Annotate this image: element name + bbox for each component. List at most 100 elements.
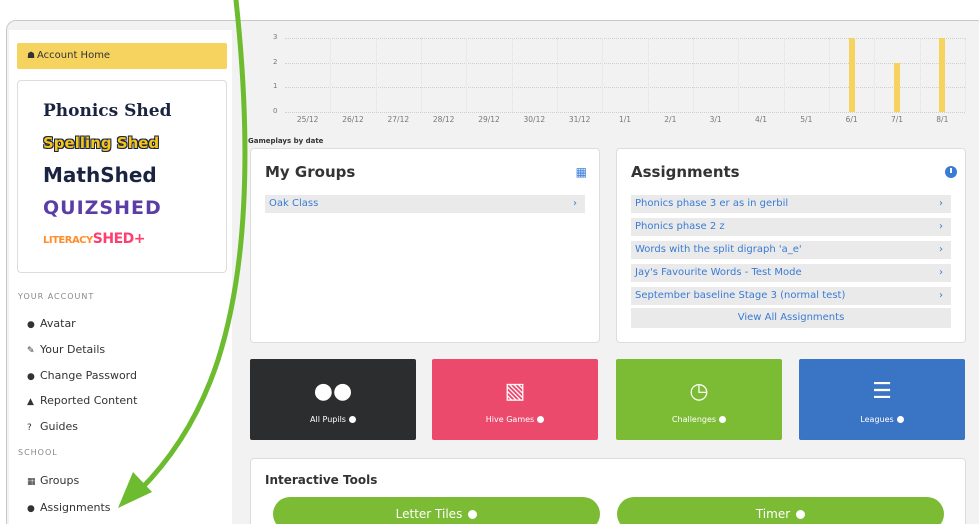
literacy-shed-logo[interactable]: LITERACYSHED+ xyxy=(43,231,145,247)
my-groups-card: My Groups ▦ Oak Class › xyxy=(250,148,600,343)
group-name: Oak Class xyxy=(269,198,319,209)
quizshed-logo[interactable]: QUIZSHED xyxy=(43,197,162,219)
info-icon[interactable] xyxy=(537,416,545,423)
sidebar-item-avatar[interactable]: ● Avatar xyxy=(27,317,76,330)
chevron-right-icon: › xyxy=(939,244,943,255)
vertical-gridline xyxy=(330,38,332,112)
vertical-gridline xyxy=(738,38,740,112)
spelling-shed-logo[interactable]: Spelling Shed xyxy=(43,134,159,152)
x-tick-label: 30/12 xyxy=(523,115,546,124)
clock-icon: ◷ xyxy=(689,379,709,404)
x-tick-label: 1/1 xyxy=(618,115,632,124)
list-icon: ☰ xyxy=(872,379,892,404)
your-account-heading: YOUR ACCOUNT xyxy=(18,292,95,301)
sidebar-item-assignments[interactable]: ● Assignments xyxy=(27,501,111,514)
x-tick-label: 6/1 xyxy=(845,115,858,124)
user-edit-icon: ✎ xyxy=(27,346,35,356)
x-tick-label: 7/1 xyxy=(890,115,904,124)
gameplays-chart: 0 1 2 3 25/12 26/12 27/12 28/12 29/12 30/12 31/12 1… xyxy=(255,30,970,125)
brand-logos: Phonics Shed Spelling Shed MathShed QUIZ… xyxy=(17,80,227,273)
sidebar-item-label: Change Password xyxy=(40,369,137,382)
grid-icon[interactable]: ▦ xyxy=(576,165,587,179)
x-tick-label: 29/12 xyxy=(478,115,500,124)
assignments-card: Assignments Phonics phase 3 er as in ger… xyxy=(616,148,966,343)
vertical-gridline xyxy=(466,38,468,112)
clock-icon[interactable] xyxy=(945,166,957,178)
user-circle-icon: ● xyxy=(27,320,35,330)
sidebar-item-groups[interactable]: ▦ Groups xyxy=(27,474,79,487)
letter-tiles-button[interactable]: Letter Tiles xyxy=(273,497,600,524)
tile-label: Challenges xyxy=(616,415,782,424)
account-home-button[interactable]: ☗ Account Home xyxy=(17,43,227,69)
chevron-right-icon: › xyxy=(939,221,943,232)
tile-label: Hive Games xyxy=(432,415,598,424)
info-icon[interactable] xyxy=(896,416,904,423)
vertical-gridline xyxy=(693,38,694,112)
sidebar-item-your-details[interactable]: ✎ Your Details xyxy=(27,343,105,356)
assignment-name: Words with the split digraph 'a_e' xyxy=(635,244,802,255)
assignments-title: Assignments xyxy=(631,163,740,181)
x-tick-label: 8/1 xyxy=(936,115,949,124)
challenges-tile[interactable]: ◷ Challenges xyxy=(616,359,782,440)
vertical-gridline xyxy=(421,38,422,112)
chart-bar[interactable] xyxy=(939,38,946,112)
info-icon[interactable] xyxy=(796,510,806,519)
leagues-tile[interactable]: ☰ Leagues xyxy=(799,359,965,440)
vertical-gridline xyxy=(511,38,513,112)
info-icon[interactable] xyxy=(348,416,356,423)
assignment-row[interactable]: Jay's Favourite Words - Test Mode › xyxy=(631,264,951,282)
interactive-tools-title: Interactive Tools xyxy=(265,473,378,487)
sidebar-item-guides[interactable]: ? Guides xyxy=(27,420,78,433)
table-icon: ▦ xyxy=(27,477,36,487)
x-tick-label: 25/12 xyxy=(296,115,319,124)
assignment-name: Jay's Favourite Words - Test Mode xyxy=(635,267,802,278)
x-tick-label: 28/12 xyxy=(432,115,455,124)
sidebar-item-label: Your Details xyxy=(40,343,106,356)
vertical-gridline xyxy=(602,38,604,112)
user-lock-icon: ● xyxy=(27,372,35,382)
chevron-right-icon: › xyxy=(573,198,577,209)
assignment-row[interactable]: Words with the split digraph 'a_e' › xyxy=(631,241,951,259)
interactive-tools-card: Interactive Tools Letter Tiles Timer xyxy=(250,458,966,524)
vertical-gridline xyxy=(557,38,558,112)
account-home-label: Account Home xyxy=(37,50,111,61)
chart-bar[interactable] xyxy=(848,38,855,112)
hierarchy-icon: ▧ xyxy=(504,379,526,404)
phonics-shed-logo[interactable]: Phonics Shed xyxy=(43,101,171,121)
gridline xyxy=(285,87,965,89)
vertical-gridline xyxy=(919,38,921,112)
sidebar-item-label: Guides xyxy=(40,420,79,433)
y-tick-label: 3 xyxy=(273,33,278,41)
vertical-gridline xyxy=(647,38,649,112)
assignment-name: Phonics phase 2 z xyxy=(635,221,725,232)
chevron-right-icon: › xyxy=(939,267,943,278)
info-icon[interactable] xyxy=(468,510,478,519)
my-groups-title: My Groups xyxy=(265,163,356,181)
school-heading: SCHOOL xyxy=(18,448,58,457)
sidebar-item-change-password[interactable]: ● Change Password xyxy=(27,369,137,382)
vertical-gridline xyxy=(783,38,785,112)
hive-games-tile[interactable]: ▧ Hive Games xyxy=(432,359,598,440)
x-tick-label: 26/12 xyxy=(342,115,364,124)
chart-caption: Gameplays by date xyxy=(248,137,324,145)
group-row-oak-class[interactable]: Oak Class › xyxy=(265,195,585,213)
chart-bar[interactable] xyxy=(894,62,900,112)
info-icon[interactable] xyxy=(719,416,727,423)
x-tick-label: 4/1 xyxy=(754,115,768,124)
sidebar-item-reported-content[interactable]: ▲ Reported Content xyxy=(27,394,137,407)
x-tick-label: 27/12 xyxy=(387,115,410,124)
sidebar-item-label: Reported Content xyxy=(40,394,138,407)
all-pupils-tile[interactable]: ●● All Pupils xyxy=(250,359,416,440)
assignment-row[interactable]: September baseline Stage 3 (normal test)… xyxy=(631,287,951,305)
mathshed-logo[interactable]: MathShed xyxy=(43,163,157,187)
timer-button[interactable]: Timer xyxy=(617,497,944,524)
warning-icon: ▲ xyxy=(27,397,34,407)
gridline xyxy=(285,112,965,113)
users-icon: ●● xyxy=(313,379,353,404)
view-all-assignments-button[interactable]: View All Assignments xyxy=(631,308,951,328)
y-tick-label: 1 xyxy=(273,82,278,91)
clock-icon: ● xyxy=(27,504,35,514)
assignment-row[interactable]: Phonics phase 3 er as in gerbil › xyxy=(631,195,951,213)
assignment-row[interactable]: Phonics phase 2 z › xyxy=(631,218,951,236)
x-tick-label: 31/12 xyxy=(568,115,591,124)
